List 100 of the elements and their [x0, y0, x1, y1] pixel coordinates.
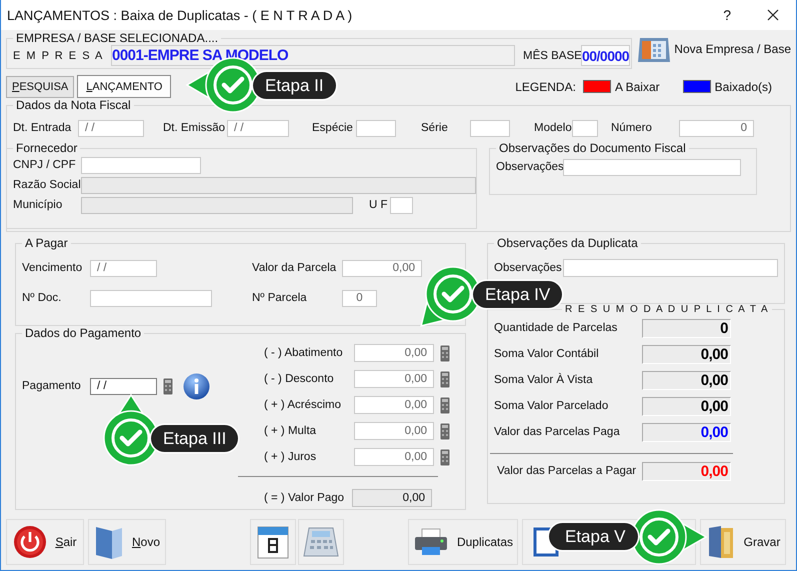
group-title: EMPRESA / BASE SELECIONADA....: [15, 31, 220, 45]
summary-label: Quantidade de Parcelas: [494, 322, 618, 334]
step-tooltip: Etapa II: [253, 72, 336, 99]
group-title: Dados do Pagamento: [24, 326, 142, 340]
total-field: 0,00: [352, 489, 432, 507]
calendar-icon: [256, 524, 290, 560]
field-label: Valor da Parcela: [252, 262, 338, 274]
summary-label: Valor das Parcelas a Pagar: [496, 465, 638, 477]
calculator-icon[interactable]: [440, 370, 450, 388]
field-label: Número: [611, 122, 653, 134]
toolbar-button[interactable]: Duplicatas: [408, 519, 518, 565]
field-label: Vencimento: [22, 262, 84, 274]
field-label: Nº Doc.: [22, 292, 62, 304]
input-field[interactable]: [572, 120, 598, 136]
summary-label: Soma Valor À Vista: [494, 374, 594, 386]
field-label: Modelo: [534, 122, 572, 134]
field-label: Observações: [494, 262, 563, 274]
close-icon[interactable]: [767, 9, 779, 21]
group-title: Observações do Documento Fiscal: [498, 141, 687, 155]
field-label: Dt. Entrada: [13, 122, 72, 134]
input-field[interactable]: / /: [90, 378, 157, 394]
group-title: Dados da Nota Fiscal: [15, 98, 132, 112]
summary-label: Soma Valor Parcelado: [494, 400, 610, 412]
calculator-icon[interactable]: [440, 396, 450, 414]
summary-value: 0,00: [642, 462, 731, 480]
field-label: ( = ) Valor Pago: [264, 492, 346, 504]
calculator-icon: [303, 526, 339, 558]
summary-value: 0,00: [642, 344, 731, 364]
summary-value: 0: [642, 318, 731, 338]
calculator-icon[interactable]: [440, 422, 450, 440]
group-title: A Pagar: [24, 236, 69, 250]
field-label: Pagamento: [22, 380, 82, 392]
mes-base-label: MÊS BASE: [523, 50, 581, 62]
field-label: Município: [13, 199, 64, 211]
input-field[interactable]: 0: [679, 120, 754, 136]
help-button[interactable]: ?: [723, 7, 731, 23]
toolbar-icon-button[interactable]: [250, 519, 296, 565]
step-tooltip: Etapa V: [549, 523, 638, 550]
input-field[interactable]: 0: [342, 290, 377, 306]
input-field[interactable]: 0,00: [354, 422, 434, 440]
field-label: ( - ) Abatimento: [264, 347, 344, 359]
info-icon[interactable]: [183, 372, 210, 400]
field-label: U F: [369, 199, 389, 211]
power-icon: [13, 525, 48, 559]
calculator-icon[interactable]: [440, 344, 450, 362]
input-field[interactable]: / /: [90, 260, 157, 276]
calculator-icon[interactable]: [163, 378, 173, 394]
calculator-icon[interactable]: [440, 448, 450, 466]
field-label: CNPJ / CPF: [13, 159, 77, 171]
folder-icon: [94, 524, 124, 560]
printer-icon: [413, 527, 449, 557]
input-field[interactable]: 0,00: [354, 344, 434, 362]
summary-label: Valor das Parcelas Paga: [494, 426, 621, 438]
field-label: Espécie: [312, 122, 354, 134]
check-marker-icon: [420, 266, 481, 327]
input-field[interactable]: [563, 259, 778, 277]
group-title: Fornecedor: [15, 141, 78, 155]
check-marker-icon: [103, 394, 159, 466]
group-title: Observações da Duplicata: [496, 236, 639, 250]
input-field[interactable]: 0,00: [354, 396, 434, 414]
field-label: Dt. Emissão: [163, 122, 226, 134]
legend-text: A Baixar: [614, 80, 660, 94]
input-field[interactable]: 0,00: [342, 260, 422, 276]
input-field[interactable]: [356, 120, 396, 136]
field-label: ( + ) Juros: [264, 451, 318, 463]
input-field[interactable]: [470, 120, 510, 136]
toolbar-button[interactable]: Gravar: [700, 519, 786, 565]
summary-value: 0,00: [642, 422, 731, 442]
legend-label: LEGENDA:: [515, 80, 576, 94]
input-field[interactable]: 0,00: [354, 370, 434, 388]
summary-label: Soma Valor Contábil: [494, 348, 600, 360]
input-field[interactable]: / /: [227, 120, 289, 136]
nova-empresa-button[interactable]: Nova Empresa / Base: [637, 34, 791, 64]
field-label: ( + ) Acréscimo: [264, 399, 342, 411]
field-label: Observações: [496, 161, 563, 173]
tab[interactable]: PESQUISA: [6, 76, 74, 98]
empresa-label: E M P R E S A: [13, 50, 105, 62]
input-field[interactable]: [81, 156, 201, 174]
field-label: ( + ) Multa: [264, 425, 318, 437]
input-field[interactable]: 0,00: [354, 448, 434, 466]
field-label: Nº Parcela: [252, 292, 308, 304]
summary-value: 0,00: [642, 396, 731, 416]
toolbar-button[interactable]: Sair: [6, 519, 84, 565]
input-field[interactable]: [90, 290, 212, 306]
tab[interactable]: LANÇAMENTO: [77, 75, 172, 98]
field-label: Razão Social: [13, 179, 81, 191]
step-tooltip: Etapa IV: [473, 281, 562, 308]
input-field[interactable]: / /: [78, 120, 144, 136]
input-field[interactable]: [563, 158, 741, 176]
group-title: R E S U M O D A D U P L I C A T A: [564, 304, 770, 315]
check-marker-icon: [631, 509, 708, 565]
summary-value: 0,00: [642, 370, 731, 390]
field-label: Série: [421, 122, 449, 134]
mes-base-field: 00/0000: [581, 45, 630, 66]
step-tooltip: Etapa III: [151, 425, 238, 452]
input-field[interactable]: [390, 196, 413, 214]
window-title: LANÇAMENTOS : Baixa de Duplicatas - ( E N T R A D A ): [7, 8, 354, 22]
toolbar-button[interactable]: Novo: [88, 519, 166, 565]
field-label: ( - ) Desconto: [264, 373, 335, 385]
legend-text: Baixado(s): [714, 80, 772, 94]
